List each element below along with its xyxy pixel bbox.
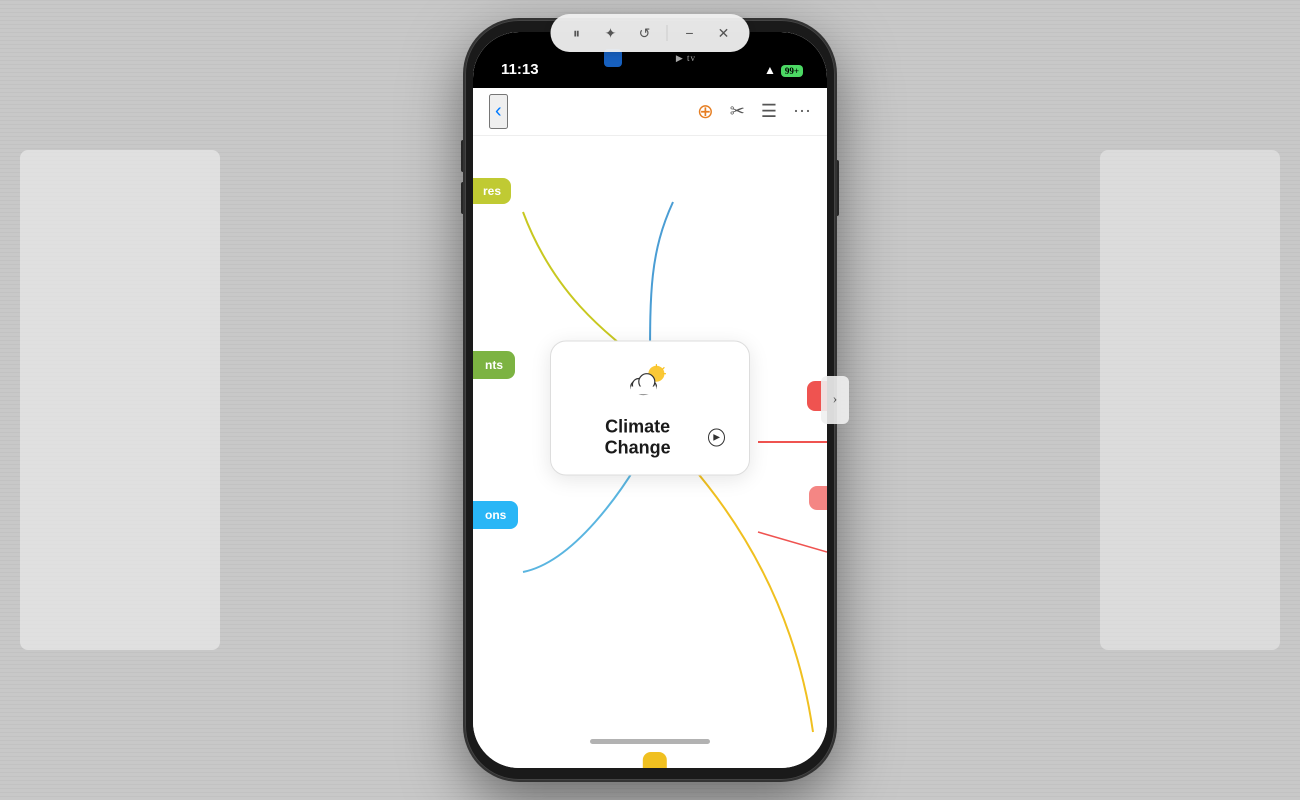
minimize-button[interactable]: − bbox=[676, 19, 704, 47]
dynamic-island-label: ▶ tv bbox=[676, 53, 696, 64]
edit-icon[interactable]: ✂ bbox=[730, 101, 745, 122]
back-button[interactable]: ‹ bbox=[489, 94, 508, 129]
app-toolbar: ‹ ⊕ ✂ ☰ ··· bbox=[473, 88, 827, 136]
app-toolbar-icons: ⊕ ✂ ☰ ··· bbox=[697, 99, 811, 124]
status-right: ▲ 99+ bbox=[764, 63, 803, 78]
list-icon[interactable]: ☰ bbox=[761, 101, 777, 122]
play-icon[interactable]: ▶ bbox=[708, 428, 725, 446]
bg-panel-left bbox=[20, 150, 220, 650]
bg-panel-right bbox=[1100, 150, 1280, 650]
phone-screen: ▶ tv 11:13 ▲ 99+ ‹ ⊕ ✂ ☰ bbox=[473, 32, 827, 768]
home-indicator bbox=[590, 739, 710, 744]
battery-badge: 99+ bbox=[781, 65, 803, 77]
branch-node-resources[interactable]: res bbox=[473, 178, 511, 204]
central-node-text: Climate Change bbox=[575, 416, 700, 458]
scroll-right-arrow[interactable]: › bbox=[821, 376, 849, 424]
mindmap-canvas[interactable]: res nts ons bbox=[473, 136, 827, 768]
pause-button[interactable]: ⏸ bbox=[563, 19, 591, 47]
star-button[interactable]: ✦ bbox=[597, 19, 625, 47]
branch-node-bottom[interactable] bbox=[643, 752, 667, 768]
power-button[interactable] bbox=[835, 160, 839, 216]
more-icon[interactable]: ··· bbox=[793, 101, 811, 122]
status-time: 11:13 bbox=[501, 61, 539, 78]
central-node[interactable]: Climate Change ▶ bbox=[550, 340, 750, 475]
cloud-svg bbox=[626, 362, 674, 398]
wifi-icon: ▲ bbox=[764, 63, 776, 78]
branch-node-events[interactable]: nts bbox=[473, 351, 515, 379]
cloud-icon bbox=[575, 361, 725, 408]
orbit-icon[interactable]: ⊕ bbox=[697, 99, 714, 124]
phone-body: ▶ tv 11:13 ▲ 99+ ‹ ⊕ ✂ ☰ bbox=[465, 20, 835, 780]
window-toolbar: ⏸ ✦ ↺ − ✕ bbox=[551, 14, 750, 52]
phone-wrapper: ▶ tv 11:13 ▲ 99+ ‹ ⊕ ✂ ☰ bbox=[465, 20, 835, 780]
branch-node-right-bottom[interactable] bbox=[809, 486, 827, 510]
toolbar-divider bbox=[667, 25, 668, 41]
refresh-button[interactable]: ↺ bbox=[631, 19, 659, 47]
branch-node-solutions[interactable]: ons bbox=[473, 501, 518, 529]
central-node-title: Climate Change ▶ bbox=[575, 416, 725, 458]
close-button[interactable]: ✕ bbox=[710, 19, 738, 47]
